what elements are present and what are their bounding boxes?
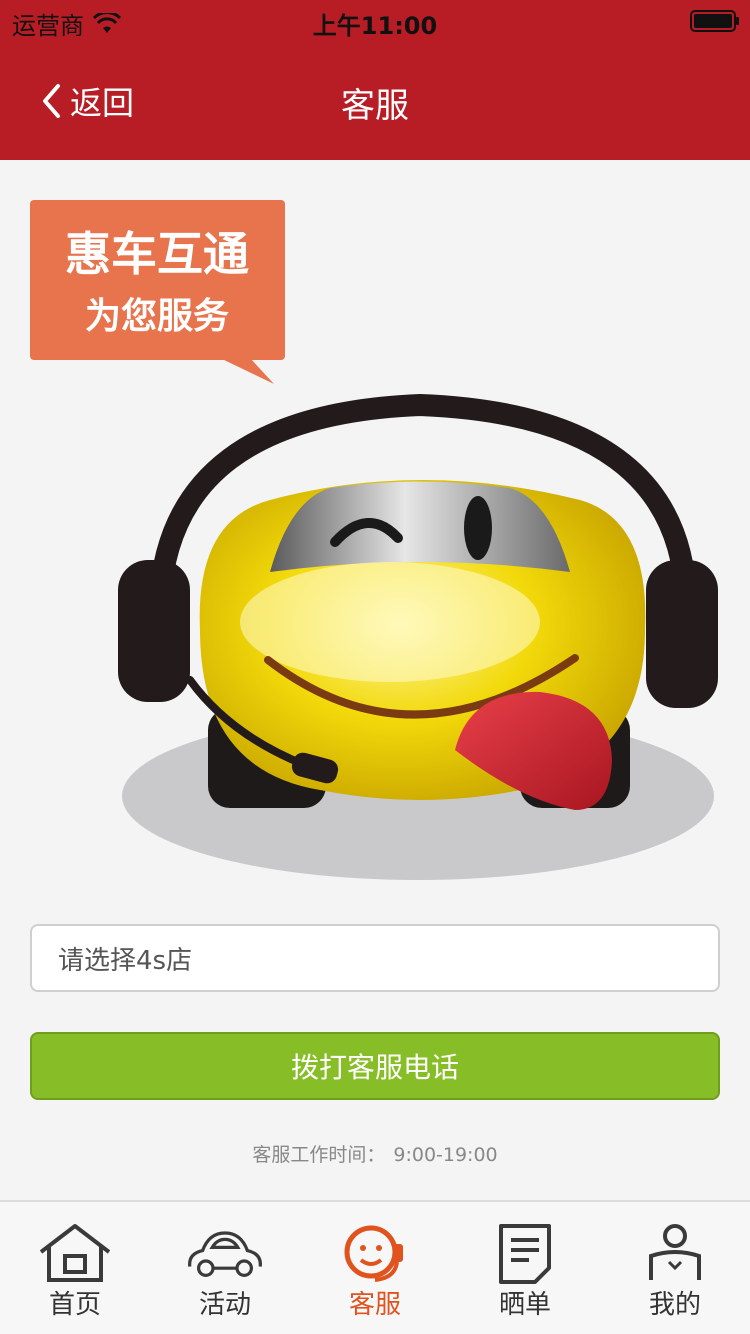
banner-title: 惠车互通: [65, 227, 249, 281]
service-hours-label: 客服工作时间：: [252, 1144, 386, 1166]
tab-mine[interactable]: 我的: [600, 1202, 750, 1334]
tab-activity[interactable]: 活动: [150, 1202, 300, 1334]
tab-label: 活动: [198, 1290, 251, 1320]
page-title: 客服: [341, 86, 409, 126]
service-hours: 客服工作时间： 9:00-19:00: [0, 1140, 750, 1167]
home-icon: [39, 1224, 111, 1282]
status-bar: 运营商 上午11:00: [0, 0, 750, 40]
service-hours-value: 9:00-19:00: [393, 1144, 498, 1166]
mascot-illustration: 惠车互通 为您服务: [30, 200, 718, 880]
tab-customer-service[interactable]: 客服: [300, 1202, 450, 1334]
tab-label: 首页: [48, 1290, 101, 1320]
call-service-button[interactable]: 拨打客服电话: [30, 1032, 720, 1100]
battery-icon: [690, 10, 739, 32]
tab-share-order[interactable]: 晒单: [450, 1202, 600, 1334]
customer-service-icon: [344, 1225, 403, 1282]
tab-label: 我的: [648, 1290, 701, 1320]
tab-home[interactable]: 首页: [0, 1202, 150, 1334]
slogan-banner: 惠车互通 为您服务: [30, 200, 285, 384]
store-select[interactable]: 请选择4s店: [30, 924, 720, 992]
document-icon: [499, 1224, 551, 1284]
status-time: 上午11:00: [312, 12, 438, 40]
header-bar: 运营商 上午11:00 返回 客服: [0, 0, 750, 160]
banner-subtitle: 为您服务: [85, 296, 229, 337]
tab-label: 客服: [348, 1290, 401, 1320]
profile-icon: [649, 1224, 701, 1280]
tab-label: 晒单: [498, 1290, 551, 1320]
tab-bar: 首页 活动 客服 晒单 我的: [0, 1200, 750, 1334]
car-icon: [188, 1231, 262, 1277]
